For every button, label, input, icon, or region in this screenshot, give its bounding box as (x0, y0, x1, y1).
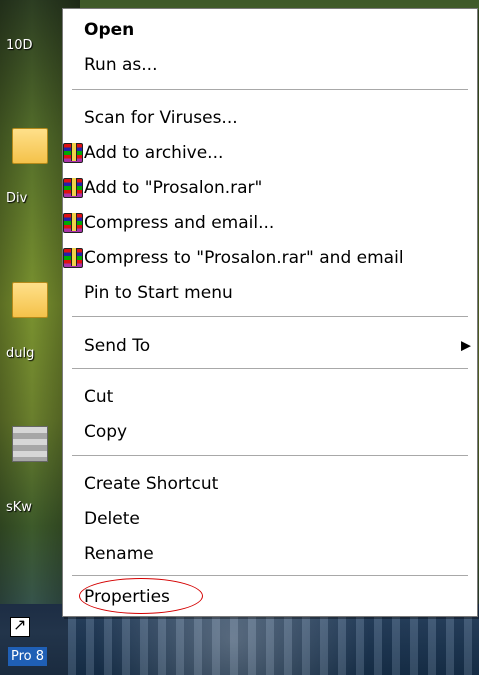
menu-item-pin-to-start-menu[interactable]: Pin to Start menu (63, 278, 477, 308)
menu-item-label: Copy (84, 422, 128, 442)
zip-icon[interactable] (12, 426, 48, 462)
menu-item-label: Send To (84, 336, 151, 356)
desktop-icon-label[interactable]: dulg (6, 346, 34, 361)
desktop-icon-label[interactable]: Div (6, 191, 27, 206)
menu-item-delete[interactable]: Delete (63, 504, 477, 534)
menu-item-add-to-prosalon-rar[interactable]: Add to "Prosalon.rar" (63, 173, 477, 203)
menu-item-add-to-archive[interactable]: Add to archive... (63, 138, 477, 168)
context-menu: Open Run as... Scan for Viruses... Add t… (62, 8, 478, 617)
menu-item-label: Pin to Start menu (84, 283, 233, 303)
menu-separator (72, 316, 468, 317)
menu-separator (72, 89, 468, 90)
menu-item-label: Rename (84, 544, 154, 564)
winrar-icon (63, 213, 83, 233)
menu-separator (72, 575, 468, 576)
folder-icon[interactable] (12, 282, 48, 318)
desktop-icon-label[interactable]: Pro 8 (8, 647, 48, 666)
menu-item-scan-for-viruses[interactable]: Scan for Viruses... (63, 103, 477, 133)
menu-item-compress-to-prosalon-and-email[interactable]: Compress to "Prosalon.rar" and email (63, 243, 477, 273)
menu-item-rename[interactable]: Rename (63, 539, 477, 569)
menu-item-label: Scan for Viruses... (84, 108, 238, 128)
menu-item-send-to[interactable]: Send To ▶ (63, 331, 477, 361)
menu-item-label: Add to "Prosalon.rar" (84, 178, 263, 198)
menu-item-copy[interactable]: Copy (63, 417, 477, 447)
menu-item-label: Cut (84, 387, 114, 407)
menu-item-label: Run as... (84, 55, 158, 75)
menu-item-label: Delete (84, 509, 140, 529)
winrar-icon (63, 143, 83, 163)
folder-icon[interactable] (12, 128, 48, 164)
menu-item-label: Compress and email... (84, 213, 275, 233)
menu-separator (72, 455, 468, 456)
menu-separator (72, 368, 468, 369)
menu-item-open[interactable]: Open (63, 15, 477, 45)
winrar-icon (63, 178, 83, 198)
desktop-icon-label[interactable]: 10D (6, 38, 33, 53)
menu-item-label: Add to archive... (84, 143, 224, 163)
shortcut-arrow-icon (10, 615, 30, 637)
menu-item-label: Compress to "Prosalon.rar" and email (84, 248, 404, 268)
menu-item-run-as[interactable]: Run as... (63, 50, 477, 80)
menu-item-compress-and-email[interactable]: Compress and email... (63, 208, 477, 238)
menu-item-cut[interactable]: Cut (63, 382, 477, 412)
menu-item-label: Properties (84, 587, 170, 607)
menu-item-label: Create Shortcut (84, 474, 219, 494)
winrar-icon (63, 248, 83, 268)
submenu-arrow-icon: ▶ (461, 338, 471, 354)
menu-item-label: Open (84, 20, 135, 40)
menu-item-create-shortcut[interactable]: Create Shortcut (63, 469, 477, 499)
desktop-icon-label[interactable]: sKw (6, 500, 32, 515)
menu-item-properties[interactable]: Properties (63, 578, 477, 614)
